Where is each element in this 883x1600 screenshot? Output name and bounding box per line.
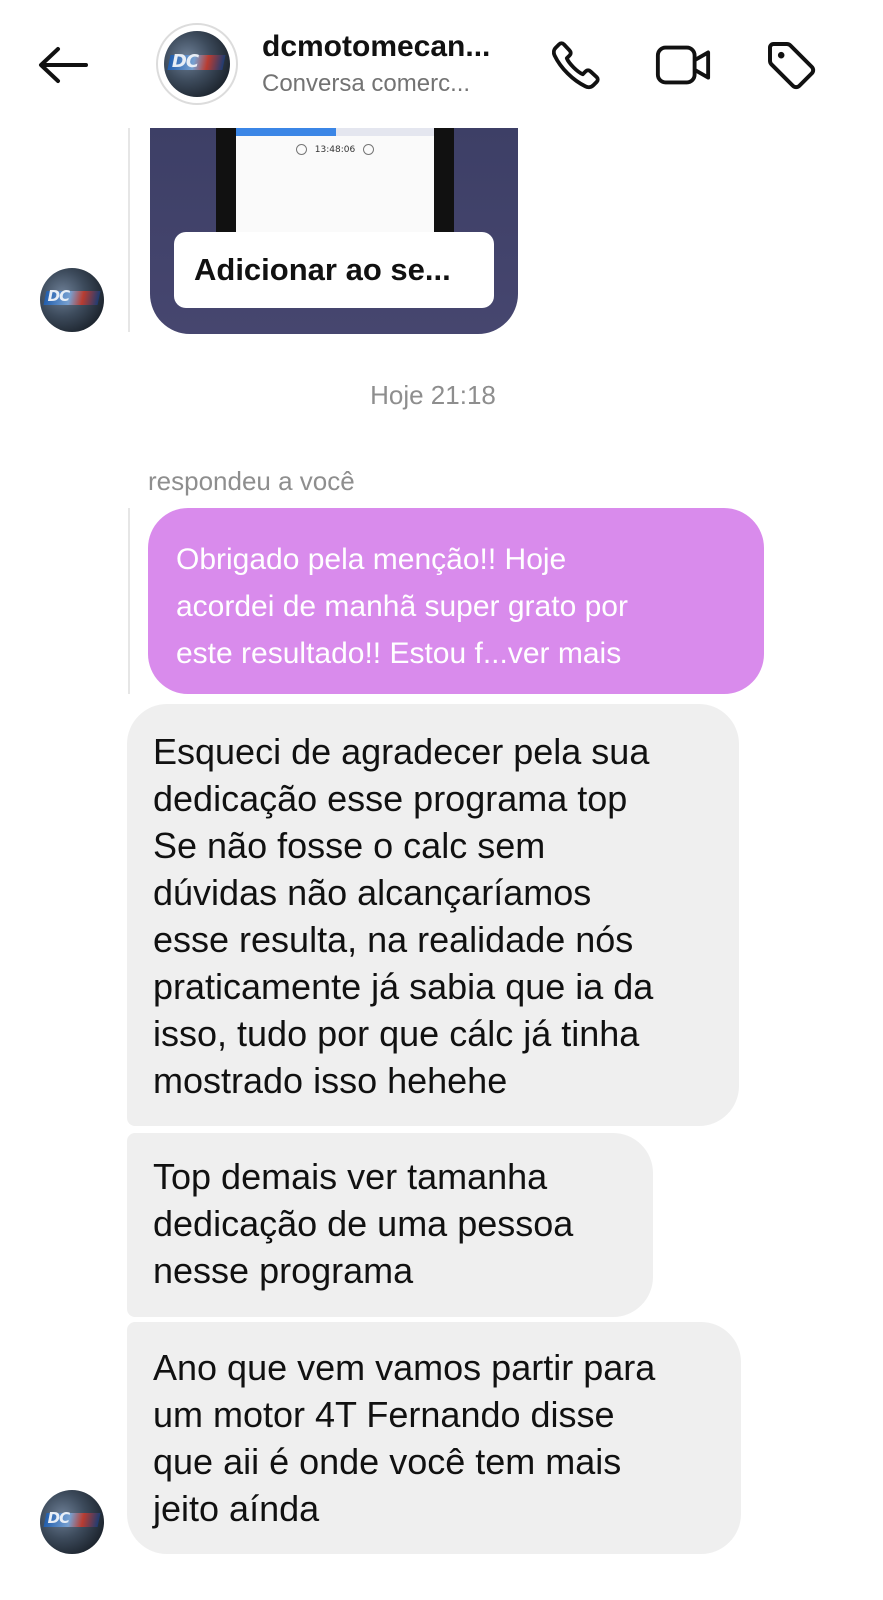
message-line: Top demais ver tamanha — [153, 1156, 548, 1197]
quoted-line: este resultado!! Estou f...ver mais — [176, 637, 622, 670]
message-line: nesse programa — [153, 1250, 414, 1291]
message-line: esse resulta, na realidade nós — [153, 919, 634, 960]
message-timestamp: Hoje 21:18 — [370, 380, 496, 410]
post-thumbnail: 13:48:06 — [216, 128, 454, 232]
reply-label: respondeu a você — [148, 466, 355, 496]
message-line: Esqueci de agradecer pela sua — [153, 731, 650, 772]
contact-avatar[interactable]: DC — [156, 23, 238, 105]
add-to-post-button[interactable]: Adicionar ao se... — [174, 232, 494, 308]
quoted-line: Obrigado pela menção!! Hoje — [176, 543, 567, 576]
message-line: Ano que vem vamos partir para — [153, 1347, 656, 1388]
chat-header: DC dcmotomecan... Conversa comerc... — [0, 0, 883, 128]
sender-avatar[interactable]: DC — [40, 268, 104, 332]
quoted-reply-bubble[interactable]: Obrigado pela menção!! Hoje acordei de m… — [148, 508, 764, 694]
video-camera-icon[interactable] — [654, 36, 712, 94]
contact-subtitle: Conversa comerc... — [262, 70, 471, 97]
incoming-message[interactable]: Top demais ver tamanha dedicação de uma … — [127, 1133, 653, 1317]
message-line: um motor 4T Fernando disse — [153, 1394, 615, 1435]
message-line: praticamente já sabia que ia da — [153, 966, 654, 1007]
quoted-line: acordei de manhã super grato por — [176, 590, 628, 623]
phone-icon[interactable] — [547, 36, 605, 94]
message-line: dedicação de uma pessoa — [153, 1203, 574, 1244]
reply-thread-line — [128, 508, 130, 694]
message-line: dúvidas não alcançaríamos — [153, 872, 592, 913]
phone-time-label: 13:48:06 — [314, 145, 356, 155]
message-line: jeito aínda — [153, 1488, 320, 1529]
message-line: que aii é onde você tem mais — [153, 1441, 622, 1482]
back-arrow-icon[interactable] — [34, 40, 90, 90]
message-line: Se não fosse o calc sem — [153, 825, 546, 866]
contact-name[interactable]: dcmotomecan... — [262, 30, 512, 64]
message-line: isso, tudo por que cálc já tinha — [153, 1013, 640, 1054]
refresh-icon — [363, 144, 375, 155]
tag-icon[interactable] — [762, 36, 820, 94]
incoming-message[interactable]: Esqueci de agradecer pela sua dedicação … — [127, 704, 739, 1126]
message-line: mostrado isso hehehe — [153, 1060, 508, 1101]
sender-avatar[interactable]: DC — [40, 1490, 104, 1554]
timer-icon — [295, 144, 307, 155]
message-line: dedicação esse programa top — [153, 778, 628, 819]
incoming-message[interactable]: Ano que vem vamos partir para um motor 4… — [127, 1322, 741, 1554]
shared-post-card[interactable]: 13:48:06 Adicionar ao se... — [150, 128, 518, 334]
thread-line — [128, 128, 130, 332]
